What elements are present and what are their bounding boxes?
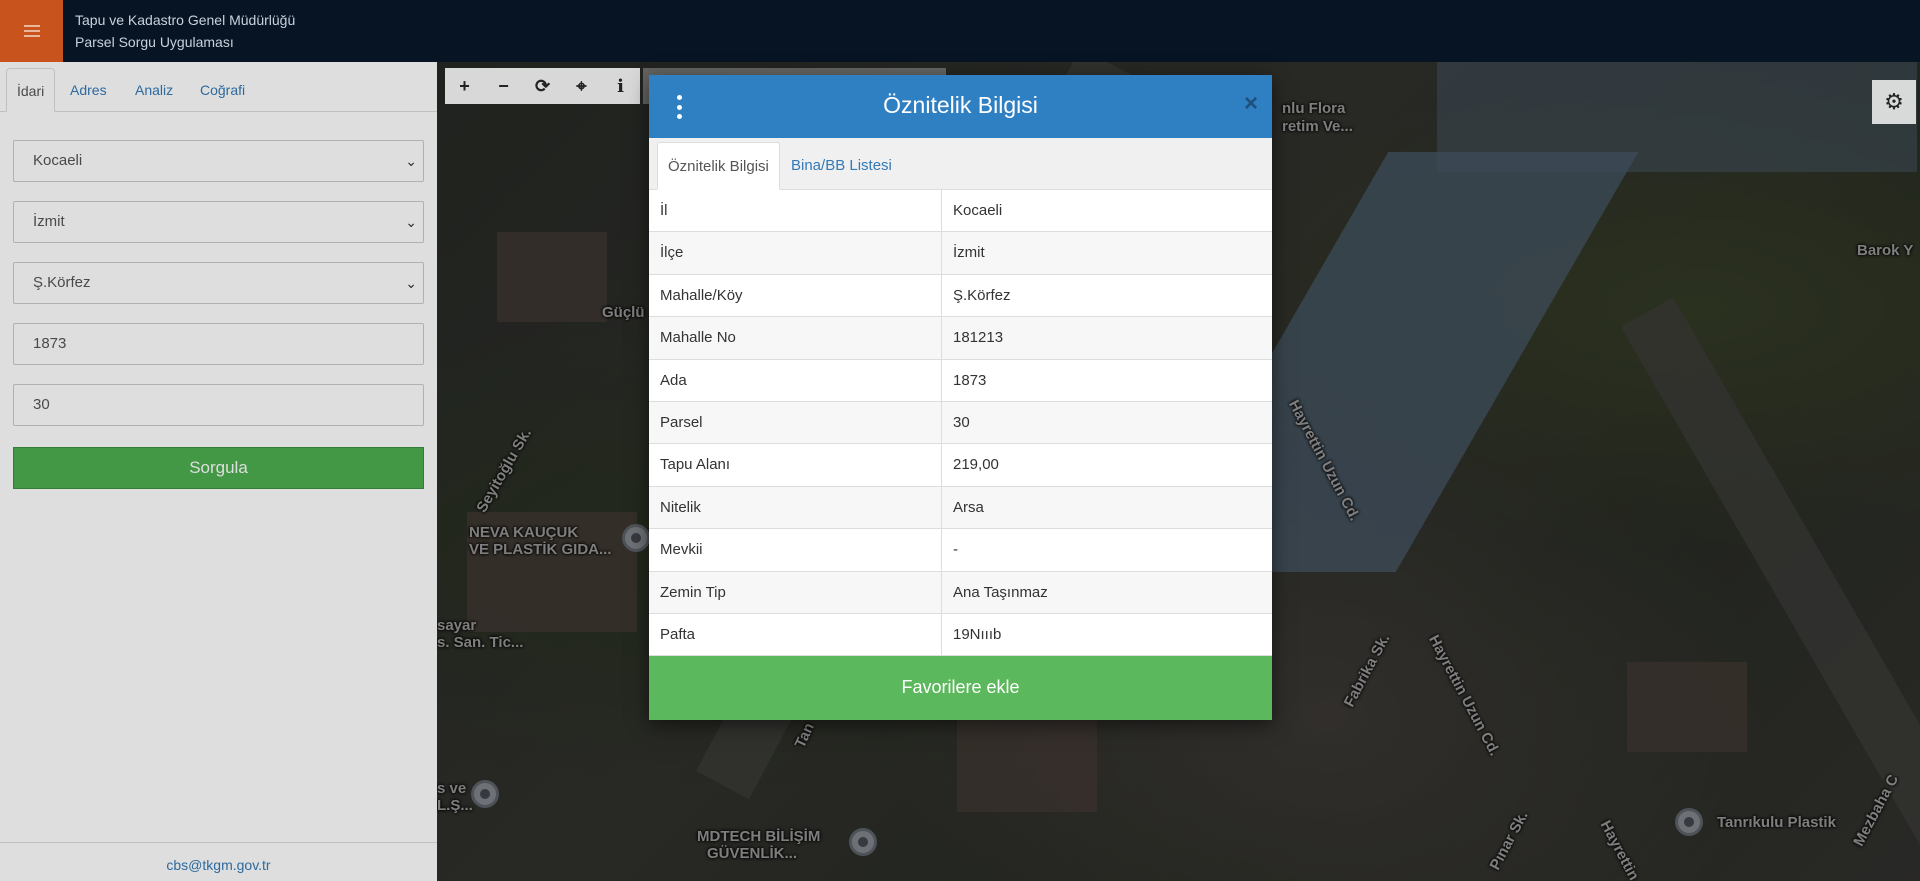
- attribute-value: 219,00: [953, 456, 999, 474]
- table-row: Mahalle/Köy Ş.Körfez: [649, 274, 1272, 318]
- tab-oznitelik-bilgisi[interactable]: Öznitelik Bilgisi: [657, 142, 780, 190]
- modal-title: Öznitelik Bilgisi: [883, 92, 1038, 118]
- attribute-value: Kocaeli: [953, 202, 1003, 219]
- zoom-in-icon[interactable]: +: [445, 68, 484, 104]
- app-title-line2: Parsel Sorgu Uygulaması: [75, 34, 234, 50]
- locate-icon[interactable]: ⌖: [562, 68, 601, 104]
- attribute-value: Ş.Körfez: [953, 286, 1011, 304]
- more-options-icon[interactable]: [676, 95, 682, 119]
- info-icon[interactable]: i: [601, 68, 640, 104]
- table-row: Mevkii -: [649, 529, 1272, 572]
- attribute-key: Parsel: [649, 401, 942, 444]
- attribute-key: Nitelik: [649, 486, 942, 529]
- zoom-out-icon[interactable]: −: [484, 68, 523, 104]
- tab-bina-bb-listesi[interactable]: Bina/BB Listesi: [781, 142, 902, 190]
- attribute-value: 30: [953, 413, 970, 431]
- attribute-value: -: [953, 541, 958, 559]
- table-row: Ada 1873: [649, 359, 1272, 402]
- refresh-icon[interactable]: ⟳: [523, 68, 562, 104]
- add-to-favorites-button[interactable]: Favorilere ekle: [649, 656, 1272, 720]
- table-row: İlçe İzmit: [649, 232, 1272, 275]
- attribute-key: İlçe: [649, 232, 942, 274]
- map-toolbar: + − ⟳ ⌖ i: [445, 68, 640, 104]
- attribute-value: İzmit: [953, 244, 985, 262]
- table-row: İl Kocaeli: [649, 190, 1272, 233]
- modal-header: Öznitelik Bilgisi ×: [649, 75, 1272, 138]
- attribute-value: Ana Taşınmaz: [953, 583, 1048, 601]
- gear-icon[interactable]: ⚙: [1872, 80, 1916, 124]
- table-row: Zemin Tip Ana Taşınmaz: [649, 571, 1272, 614]
- attribute-key: Ada: [649, 359, 942, 401]
- attribute-key: Zemin Tip: [649, 571, 942, 613]
- table-row: Pafta 19Nıııb: [649, 613, 1272, 657]
- attribute-value: 19Nıııb: [953, 625, 1002, 643]
- table-row: Parsel 30: [649, 401, 1272, 445]
- table-row: Nitelik Arsa: [649, 486, 1272, 530]
- attribute-value: 1873: [953, 371, 987, 389]
- attribute-value: Arsa: [953, 498, 984, 516]
- modal-tabs: Öznitelik Bilgisi Bina/BB Listesi: [649, 138, 1272, 190]
- attribute-key: Mahalle/Köy: [649, 274, 942, 317]
- attribute-key: Pafta: [649, 613, 942, 656]
- app-title: Tapu ve Kadastro Genel Müdürlüğü Parsel …: [75, 9, 295, 53]
- hamburger-icon[interactable]: [0, 0, 63, 62]
- app-title-line1: Tapu ve Kadastro Genel Müdürlüğü: [75, 12, 296, 28]
- sidebar-backdrop: [0, 62, 437, 881]
- attribute-key: Mahalle No: [649, 317, 942, 359]
- close-icon[interactable]: ×: [1244, 90, 1258, 118]
- attribute-key: İl: [649, 190, 942, 232]
- attribute-value: 181213: [953, 329, 1004, 347]
- table-row: Tapu Alanı 219,00: [649, 444, 1272, 487]
- attribute-key: Mevkii: [649, 529, 942, 571]
- attribute-key: Tapu Alanı: [649, 444, 942, 486]
- table-row: Mahalle No 181213: [649, 317, 1272, 360]
- attribute-table: İl Kocaeli İlçe İzmit Mahalle/Köy Ş.Körfez …: [649, 190, 1272, 657]
- attribute-modal: Öznitelik Bilgisi × Öznitelik Bilgisi Bi…: [649, 75, 1272, 720]
- app-header: Tapu ve Kadastro Genel Müdürlüğü Parsel …: [0, 0, 1920, 62]
